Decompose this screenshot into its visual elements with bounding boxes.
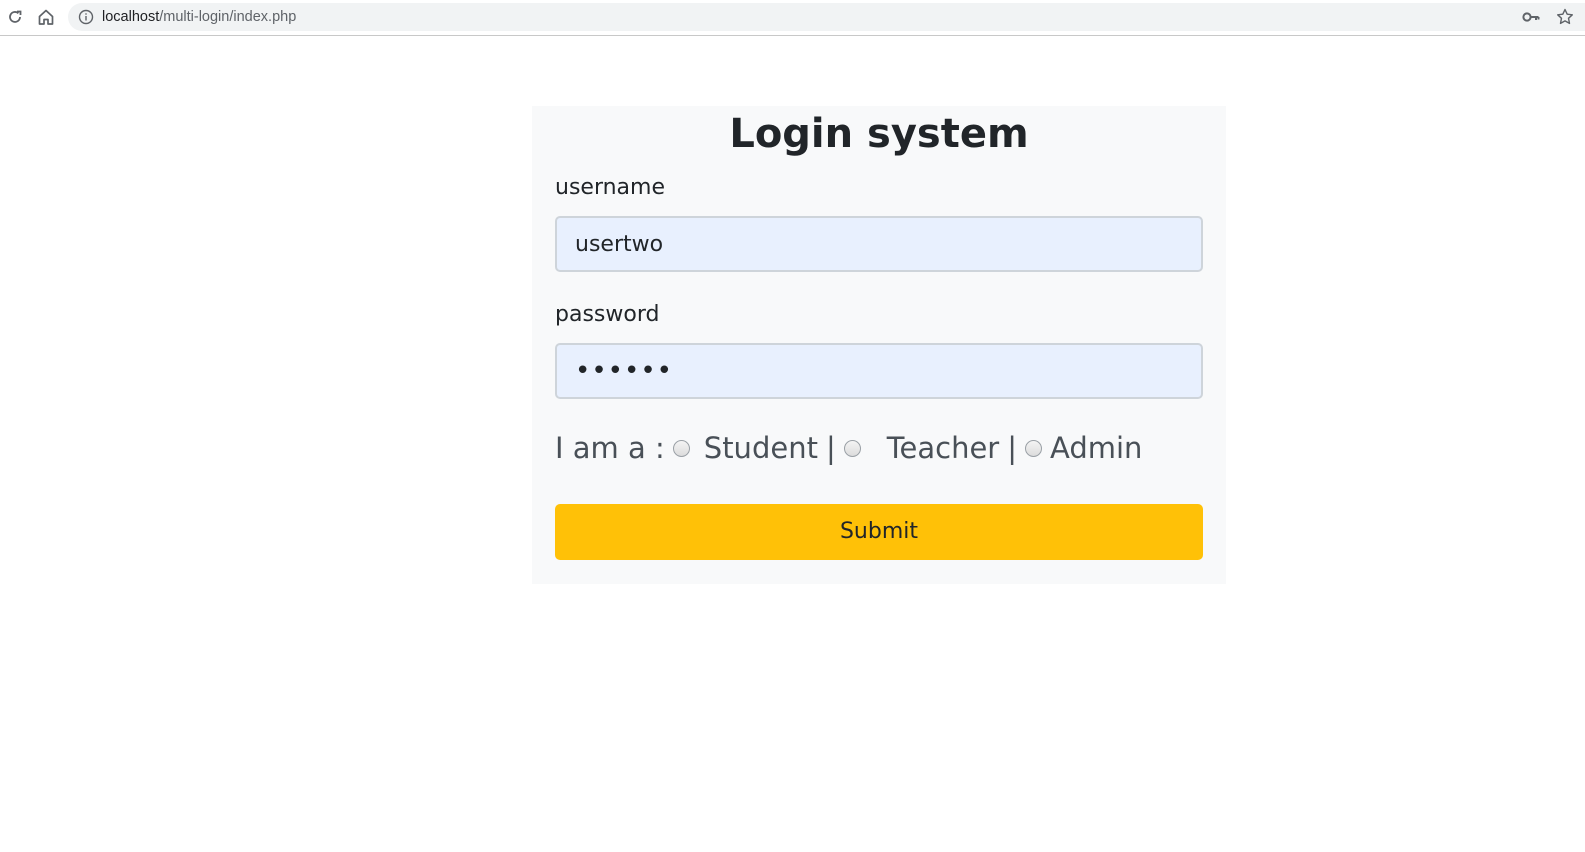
- url-host: localhost: [102, 9, 160, 25]
- info-icon[interactable]: [78, 9, 94, 25]
- teacher-radio[interactable]: [843, 439, 861, 457]
- home-icon[interactable]: [35, 6, 57, 28]
- star-icon[interactable]: [1556, 8, 1574, 26]
- page-title: Login system: [729, 111, 1029, 157]
- url-path: /multi-login/index.php: [159, 9, 297, 25]
- username-label: username: [555, 175, 665, 200]
- reload-icon[interactable]: [4, 6, 26, 28]
- key-icon[interactable]: [1522, 9, 1540, 25]
- address-bar[interactable]: localhost/multi-login/index.php: [68, 3, 1585, 31]
- role-separator: |: [1007, 431, 1018, 465]
- teacher-label[interactable]: Teacher: [887, 431, 1000, 465]
- role-selector: I am a : Student | Teacher | Admin: [555, 430, 1142, 466]
- admin-label[interactable]: Admin: [1050, 431, 1142, 465]
- admin-radio[interactable]: [1025, 439, 1043, 457]
- password-label: password: [555, 302, 660, 327]
- password-input[interactable]: ••••••: [555, 343, 1203, 399]
- submit-button[interactable]: Submit: [555, 504, 1203, 560]
- student-radio[interactable]: [672, 439, 690, 457]
- role-prefix: I am a :: [555, 431, 665, 465]
- login-card: Login system username password •••••• I …: [532, 106, 1226, 584]
- username-input[interactable]: [555, 216, 1203, 272]
- browser-toolbar: localhost/multi-login/index.php: [0, 0, 1585, 36]
- student-label[interactable]: Student: [704, 431, 818, 465]
- url-text[interactable]: localhost/multi-login/index.php: [102, 8, 296, 26]
- role-separator: |: [825, 431, 836, 465]
